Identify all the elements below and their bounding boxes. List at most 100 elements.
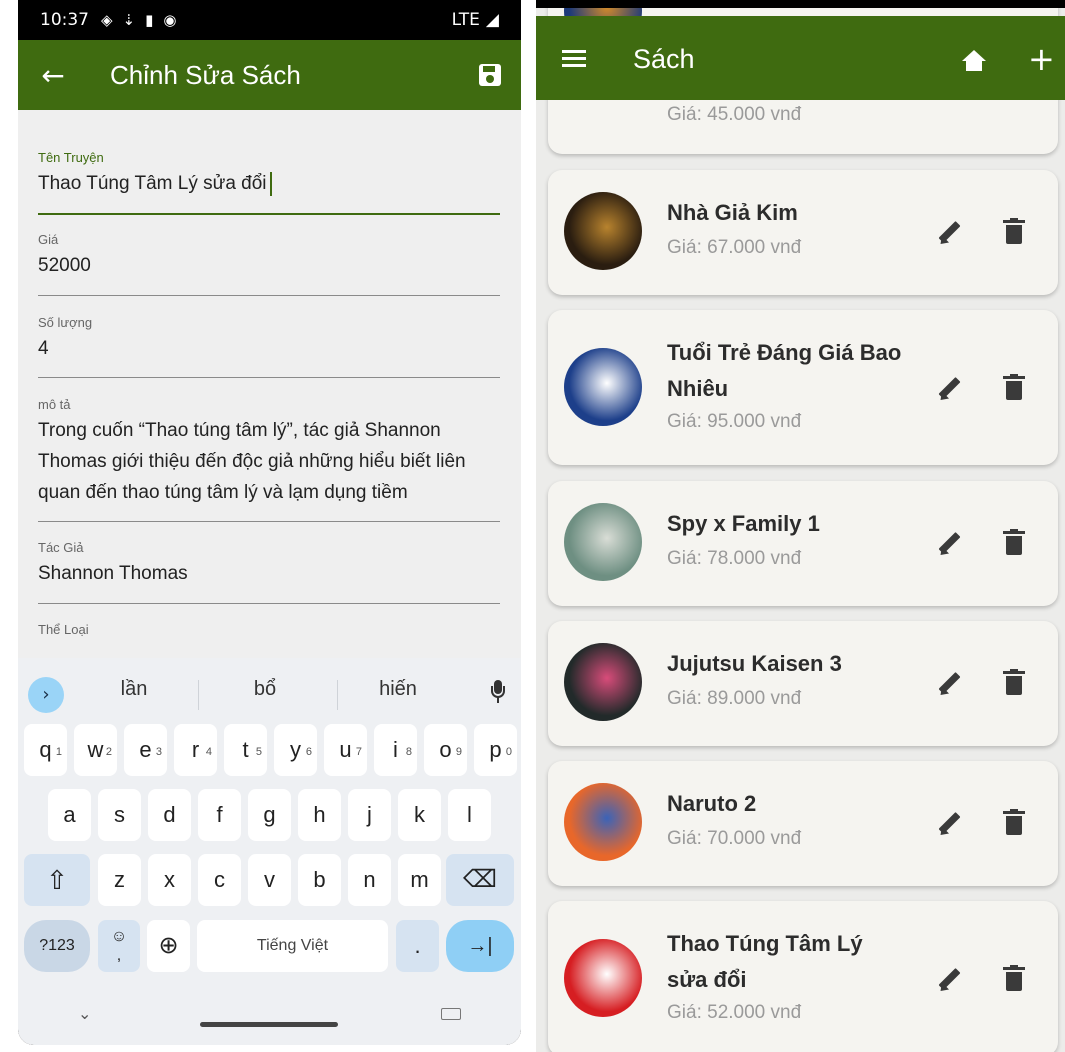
description-field-value: Trong cuốn “Thao túng tâm lý”, tác giả S… [38, 420, 466, 503]
edit-icon[interactable] [936, 374, 964, 404]
space-key[interactable]: Tiếng Việt [197, 920, 388, 972]
book-title: Naruto 2 [667, 791, 757, 816]
key-c[interactable]: c [198, 854, 241, 906]
key-number-hint: 0 [505, 746, 512, 758]
book-title: Spy x Family 1 [667, 511, 820, 536]
key-l[interactable]: l [448, 789, 491, 841]
backspace-key[interactable]: ⌫ [446, 854, 514, 906]
book-card[interactable]: Thao Túng Tâm Lý sửa đổi Giá: 52.000 vnđ [548, 901, 1058, 1052]
genre-field-label: Thể Loại [38, 622, 89, 637]
delete-icon[interactable] [1003, 965, 1025, 991]
book-card[interactable]: Spy x Family 1 Giá: 78.000 vnđ [548, 481, 1058, 606]
book-price: Giá: 95.000 vnđ [667, 411, 802, 432]
expand-suggestions-icon[interactable]: › [28, 677, 64, 713]
edit-icon[interactable] [936, 529, 964, 559]
genre-field[interactable]: Thể Loại [38, 622, 500, 662]
key-z[interactable]: z [98, 854, 141, 906]
save-icon[interactable] [479, 64, 501, 86]
book-cover-image [564, 348, 642, 426]
delete-icon[interactable] [1003, 529, 1025, 555]
key-m[interactable]: m [398, 854, 441, 906]
shield-icon: ◈ [101, 11, 113, 29]
key-q[interactable]: q1 [24, 724, 67, 776]
key-f[interactable]: f [198, 789, 241, 841]
description-field[interactable]: mô tả Trong cuốn “Thao túng tâm lý”, tác… [38, 397, 500, 522]
book-price: Giá: 89.000 vnđ [667, 688, 802, 709]
enter-key[interactable]: →| [446, 920, 514, 972]
key-label: t [242, 737, 249, 762]
book-price: Giá: 70.000 vnđ [667, 828, 802, 849]
key-x[interactable]: x [148, 854, 191, 906]
book-list-screen: Giá: 45.000 vnđ Nhà Giả Kim Giá: 67.000 vn… [536, 0, 1065, 1052]
key-p[interactable]: p0 [474, 724, 517, 776]
book-price: Giá: 78.000 vnđ [667, 548, 802, 569]
quantity-field[interactable]: Số lượng 4 [38, 315, 500, 378]
key-number-hint: 4 [205, 746, 212, 758]
title-field[interactable]: Tên Truyện Thao Túng Tâm Lý sửa đổi [38, 150, 500, 215]
delete-icon[interactable] [1003, 374, 1025, 400]
menu-icon[interactable] [562, 50, 586, 68]
key-s[interactable]: s [98, 789, 141, 841]
key-i[interactable]: i8 [374, 724, 417, 776]
key-number-hint: 1 [55, 746, 62, 758]
price-field[interactable]: Giá 52000 [38, 232, 500, 296]
page-title: Chỉnh Sửa Sách [110, 59, 301, 90]
key-label: e [139, 737, 152, 762]
author-field-label: Tác Giả [38, 540, 84, 555]
key-y[interactable]: y6 [274, 724, 317, 776]
key-r[interactable]: r4 [174, 724, 217, 776]
price-field-value: 52000 [38, 255, 91, 276]
chevron-down-icon[interactable]: ⌄ [78, 1004, 91, 1023]
key-o[interactable]: o9 [424, 724, 467, 776]
edit-icon[interactable] [936, 809, 964, 839]
text-cursor [269, 171, 272, 196]
key-a[interactable]: a [48, 789, 91, 841]
key-u[interactable]: u7 [324, 724, 367, 776]
delete-icon[interactable] [1003, 218, 1025, 244]
home-icon[interactable] [962, 50, 986, 72]
delete-icon[interactable] [1003, 669, 1025, 695]
delete-icon[interactable] [1003, 809, 1025, 835]
back-arrow-icon[interactable]: ← [18, 59, 88, 92]
key-number-hint: 6 [305, 746, 312, 758]
edit-icon[interactable] [936, 669, 964, 699]
key-d[interactable]: d [148, 789, 191, 841]
book-price: Giá: 67.000 vnđ [667, 237, 802, 258]
edit-icon[interactable] [936, 965, 964, 995]
suggestion-2[interactable]: bổ [205, 678, 325, 701]
key-g[interactable]: g [248, 789, 291, 841]
keyboard-switch-icon[interactable] [441, 1008, 461, 1020]
home-gesture-bar[interactable] [200, 1022, 338, 1027]
signal-icon: ◢ [485, 10, 499, 30]
suggestion-3[interactable]: hiến [338, 678, 458, 701]
book-card[interactable]: Jujutsu Kaisen 3 Giá: 89.000 vnđ [548, 621, 1058, 746]
key-j[interactable]: j [348, 789, 391, 841]
key-k[interactable]: k [398, 789, 441, 841]
shift-key[interactable]: ⇧ [24, 854, 90, 906]
author-field[interactable]: Tác Giả Shannon Thomas [38, 540, 500, 604]
period-key[interactable]: . [396, 920, 439, 972]
suggestion-divider [198, 680, 199, 710]
add-icon[interactable]: + [1028, 40, 1055, 78]
key-b[interactable]: b [298, 854, 341, 906]
key-e[interactable]: e3 [124, 724, 167, 776]
quantity-field-label: Số lượng [38, 315, 93, 330]
comma-label: , [116, 947, 122, 964]
key-number-hint: 5 [255, 746, 262, 758]
symbols-key[interactable]: ?123 [24, 920, 90, 972]
suggestion-1[interactable]: lần [74, 678, 194, 701]
key-n[interactable]: n [348, 854, 391, 906]
key-v[interactable]: v [248, 854, 291, 906]
book-card[interactable]: Tuổi Trẻ Đáng Giá Bao Nhiêu Giá: 95.000 v… [548, 310, 1058, 465]
book-card[interactable]: Nhà Giả Kim Giá: 67.000 vnđ [548, 170, 1058, 295]
edit-icon[interactable] [936, 218, 964, 248]
key-h[interactable]: h [298, 789, 341, 841]
book-card[interactable]: Naruto 2 Giá: 70.000 vnđ [548, 761, 1058, 886]
status-time: 10:37 [40, 10, 89, 30]
key-t[interactable]: t5 [224, 724, 267, 776]
emoji-key[interactable]: ☺ , [98, 920, 140, 972]
microphone-icon[interactable] [491, 680, 505, 703]
key-w[interactable]: w2 [74, 724, 117, 776]
globe-icon[interactable]: ⊕ [147, 920, 190, 972]
edit-book-screen: 10:37 ◈ ⇣ ▮ ◉ LTE ◢ ← Chỉnh Sửa Sách Tên… [18, 0, 521, 1045]
